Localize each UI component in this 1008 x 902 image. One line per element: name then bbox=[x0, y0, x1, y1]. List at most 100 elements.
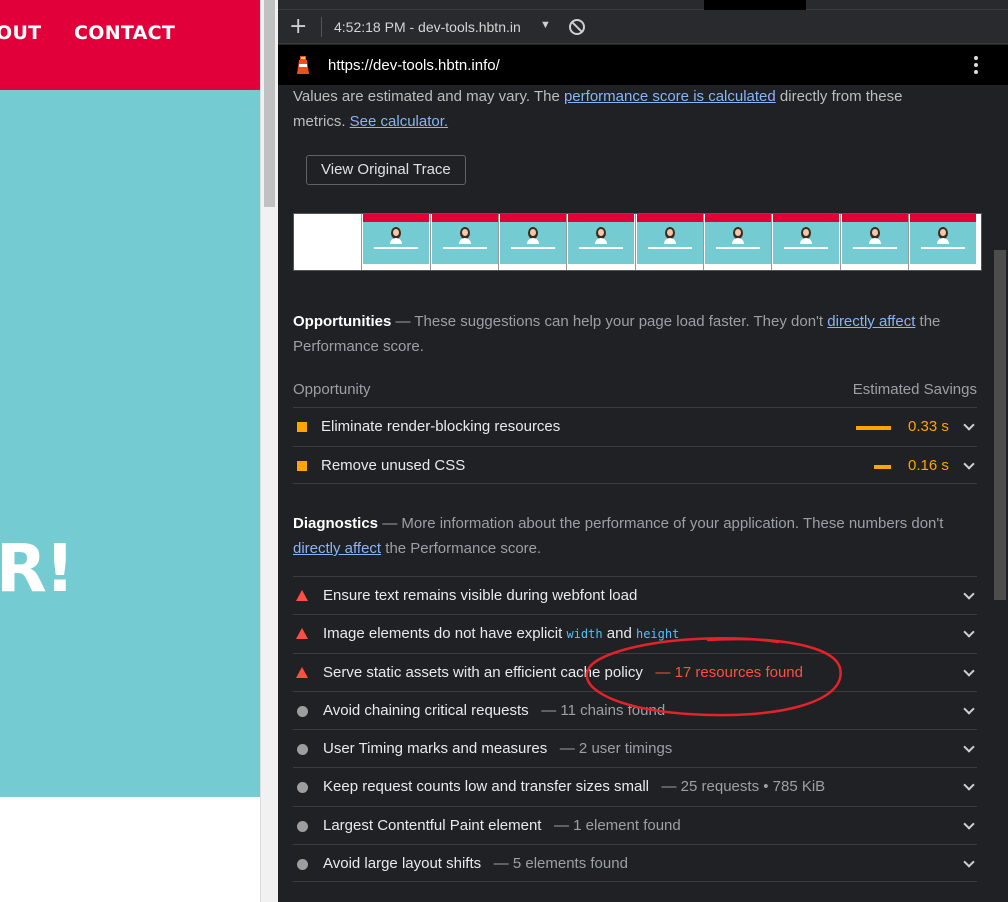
diagnostic-row[interactable]: Ensure text remains visible during webfo… bbox=[293, 576, 977, 614]
circle-info-icon bbox=[297, 782, 308, 793]
diagnostics-title: Diagnostics bbox=[293, 515, 379, 532]
square-warning-icon bbox=[297, 422, 307, 432]
diagnostic-label-text: Keep request counts low and transfer siz… bbox=[323, 778, 649, 795]
directly-affect-link[interactable]: directly affect bbox=[293, 540, 381, 557]
opportunity-label: Eliminate render-blocking resources bbox=[321, 418, 561, 435]
lighthouse-icon bbox=[297, 56, 309, 74]
kebab-menu-icon[interactable] bbox=[974, 56, 980, 76]
plus-icon[interactable]: + bbox=[289, 14, 307, 39]
devtools-tabstrip bbox=[278, 0, 1008, 10]
filmstrip-frame-blank bbox=[294, 214, 361, 270]
diagnostic-row[interactable]: Avoid large layout shifts — 5 elements f… bbox=[293, 844, 977, 882]
diagnostic-label-text: Image elements do not have explicit bbox=[323, 625, 567, 642]
intro-text-part: Values are estimated and may vary. The bbox=[293, 88, 564, 105]
chevron-down-icon[interactable]: ▼ bbox=[540, 19, 551, 31]
chevron-down-icon[interactable] bbox=[963, 703, 975, 715]
filmstrip-frame bbox=[635, 214, 703, 270]
opportunities-header: Opportunities — These suggestions can he… bbox=[293, 309, 977, 359]
report-url: https://dev-tools.hbtn.info/ bbox=[328, 57, 500, 74]
chevron-down-icon[interactable] bbox=[963, 665, 975, 677]
diagnostic-detail: — 2 user timings bbox=[559, 740, 673, 757]
filmstrip-frame bbox=[840, 214, 908, 270]
circle-info-icon bbox=[297, 859, 308, 870]
diagnostic-detail: — 5 elements found bbox=[493, 855, 628, 872]
opportunities-title: Opportunities bbox=[293, 313, 392, 330]
devtools-active-tab[interactable] bbox=[704, 0, 806, 10]
diagnostic-label: Largest Contentful Paint element — 1 ele… bbox=[323, 817, 681, 834]
opportunity-row[interactable]: Remove unused CSS 0.16 s bbox=[293, 446, 977, 484]
savings-value: 0.16 s bbox=[908, 457, 949, 474]
intro-text: Values are estimated and may vary. The p… bbox=[293, 85, 933, 134]
opportunity-row[interactable]: Eliminate render-blocking resources 0.33… bbox=[293, 407, 977, 445]
diagnostic-label: Ensure text remains visible during webfo… bbox=[323, 587, 638, 604]
column-estimated-savings: Estimated Savings bbox=[852, 381, 977, 398]
nav-link-contact[interactable]: CONTACT bbox=[74, 22, 175, 44]
score-calculated-link[interactable]: performance score is calculated bbox=[564, 88, 776, 105]
diagnostic-row[interactable]: User Timing marks and measures — 2 user … bbox=[293, 729, 977, 767]
chevron-down-icon[interactable] bbox=[963, 458, 975, 470]
no-entry-icon[interactable] bbox=[569, 19, 585, 35]
report-scrollbar[interactable] bbox=[990, 85, 1008, 902]
diagnostic-row[interactable]: Largest Contentful Paint element — 1 ele… bbox=[293, 806, 977, 844]
diagnostic-label-text: Avoid chaining critical requests bbox=[323, 702, 529, 719]
diagnostic-label: Avoid large layout shifts — 5 elements f… bbox=[323, 855, 628, 872]
annotation-circle bbox=[585, 636, 842, 717]
triangle-fail-icon bbox=[296, 590, 308, 601]
diagnostics-description-end: the Performance score. bbox=[381, 540, 542, 557]
diagnostics-description: — More information about the performance… bbox=[378, 515, 944, 532]
square-warning-icon bbox=[297, 461, 307, 471]
filmstrip-frame bbox=[566, 214, 634, 270]
chevron-down-icon[interactable] bbox=[963, 419, 975, 431]
filmstrip-frame bbox=[430, 214, 498, 270]
diagnostic-label: User Timing marks and measures — 2 user … bbox=[323, 740, 672, 757]
website-viewport: OUT CONTACT R! bbox=[0, 0, 260, 902]
filmstrip-frame bbox=[498, 214, 566, 270]
column-opportunity: Opportunity bbox=[293, 381, 371, 398]
chevron-down-icon[interactable] bbox=[963, 588, 975, 600]
opportunities-description: — These suggestions can help your page l… bbox=[391, 313, 828, 330]
diagnostic-label-text: Avoid large layout shifts bbox=[323, 855, 482, 872]
triangle-fail-icon bbox=[296, 667, 308, 678]
site-scrollbar-thumb[interactable] bbox=[264, 0, 275, 207]
view-original-trace-button[interactable]: View Original Trace bbox=[306, 155, 466, 185]
site-navbar: OUT CONTACT bbox=[0, 0, 260, 90]
diagnostic-detail: — 25 requests • 785 KiB bbox=[661, 778, 826, 795]
opportunity-label: Remove unused CSS bbox=[321, 457, 466, 474]
lighthouse-toolbar: + 4:52:18 PM - dev-tools.hbtn.in ▼ bbox=[278, 10, 1008, 44]
site-hero: R! bbox=[0, 90, 260, 797]
circle-info-icon bbox=[297, 706, 308, 717]
diagnostic-detail: — 1 element found bbox=[553, 817, 681, 834]
report-body: Values are estimated and may vary. The p… bbox=[278, 85, 1008, 902]
hero-heading: R! bbox=[0, 530, 75, 607]
diagnostic-label-text: User Timing marks and measures bbox=[323, 740, 548, 757]
directly-affect-link[interactable]: directly affect bbox=[827, 313, 915, 330]
toolbar-divider bbox=[321, 17, 322, 37]
chevron-down-icon[interactable] bbox=[963, 626, 975, 638]
savings-bar bbox=[856, 426, 891, 430]
nav-link-about[interactable]: OUT bbox=[0, 22, 41, 44]
filmstrip-frame bbox=[361, 214, 429, 270]
diagnostic-row[interactable]: Keep request counts low and transfer siz… bbox=[293, 767, 977, 805]
diagnostic-label-text: Largest Contentful Paint element bbox=[323, 817, 542, 834]
savings-value: 0.33 s bbox=[908, 418, 949, 435]
report-selector[interactable]: 4:52:18 PM - dev-tools.hbtn.in bbox=[334, 19, 521, 35]
triangle-fail-icon bbox=[296, 628, 308, 639]
site-scrollbar[interactable] bbox=[260, 0, 278, 902]
see-calculator-link[interactable]: See calculator. bbox=[350, 113, 448, 130]
circle-info-icon bbox=[297, 744, 308, 755]
chevron-down-icon[interactable] bbox=[963, 818, 975, 830]
filmstrip-frame bbox=[908, 214, 981, 270]
filmstrip-frame bbox=[771, 214, 839, 270]
chevron-down-icon[interactable] bbox=[963, 741, 975, 753]
diagnostics-header: Diagnostics — More information about the… bbox=[293, 511, 977, 561]
report-urlbar: https://dev-tools.hbtn.info/ bbox=[278, 45, 1008, 85]
filmstrip bbox=[293, 213, 982, 271]
diagnostic-label: Keep request counts low and transfer siz… bbox=[323, 778, 825, 795]
opportunities-table-header: Opportunity Estimated Savings bbox=[293, 381, 977, 398]
report-scrollbar-thumb[interactable] bbox=[994, 250, 1006, 600]
chevron-down-icon[interactable] bbox=[963, 856, 975, 868]
circle-info-icon bbox=[297, 821, 308, 832]
chevron-down-icon[interactable] bbox=[963, 779, 975, 791]
savings-bar bbox=[874, 465, 891, 469]
filmstrip-frame bbox=[703, 214, 771, 270]
